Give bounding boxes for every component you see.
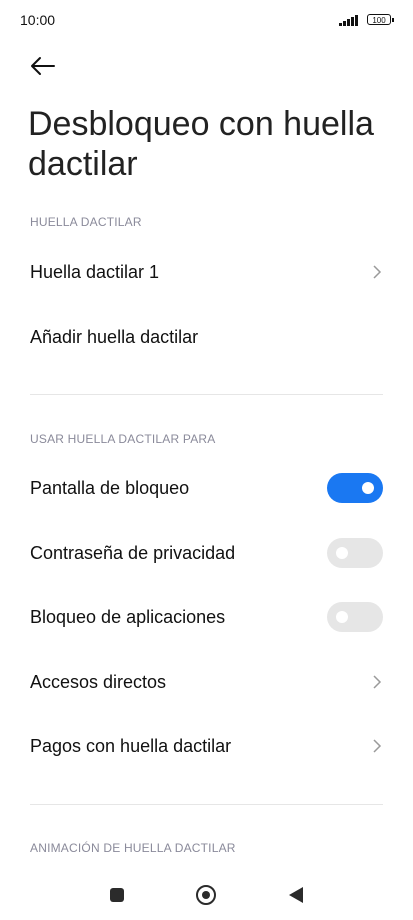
privacy-password-label: Contraseña de privacidad [30,542,236,563]
home-button[interactable] [196,885,216,905]
add-fingerprint-item[interactable]: Añadir huella dactilar [30,315,383,359]
privacy-password-item[interactable]: Contraseña de privacidad [30,531,383,575]
battery-level: 100 [372,16,386,25]
battery-tip [392,18,394,22]
fingerprint-1-item[interactable]: Huella dactilar 1 [30,250,383,294]
section-header-animation: ANIMACIÓN DE HUELLA DACTILAR [30,841,236,855]
chevron-right-icon [371,673,383,691]
app-lock-toggle[interactable] [327,602,383,632]
section-header-fingerprint: HUELLA DACTILAR [30,215,142,229]
lock-screen-item[interactable]: Pantalla de bloqueo [30,466,383,510]
battery-icon: 100 [367,14,391,25]
recents-button[interactable] [110,888,124,902]
back-arrow-icon [31,57,55,75]
page-title: Desbloqueo con huella dactilar [28,105,374,183]
add-fingerprint-label: Añadir huella dactilar [30,326,199,347]
nav-back-button[interactable] [289,887,303,903]
chevron-right-icon [371,263,383,281]
divider [30,804,383,805]
chevron-right-icon [371,737,383,755]
status-bar: 10:00 100 [0,0,413,40]
section-header-use-for: USAR HUELLA DACTILAR PARA [30,432,216,446]
app-lock-item[interactable]: Bloqueo de aplicaciones [30,595,383,639]
fingerprint-1-label: Huella dactilar 1 [30,261,160,282]
signal-icon [339,14,359,26]
navigation-bar [0,870,413,920]
lock-screen-toggle[interactable] [327,473,383,503]
fingerprint-payments-label: Pagos con huella dactilar [30,735,232,756]
privacy-password-toggle[interactable] [327,538,383,568]
shortcuts-item[interactable]: Accesos directos [30,660,383,704]
status-time: 10:00 [20,12,56,28]
fingerprint-payments-item[interactable]: Pagos con huella dactilar [30,724,383,768]
shortcuts-label: Accesos directos [30,671,167,692]
back-button[interactable] [28,52,58,80]
app-lock-label: Bloqueo de aplicaciones [30,606,226,627]
divider [30,394,383,395]
lock-screen-label: Pantalla de bloqueo [30,477,190,498]
